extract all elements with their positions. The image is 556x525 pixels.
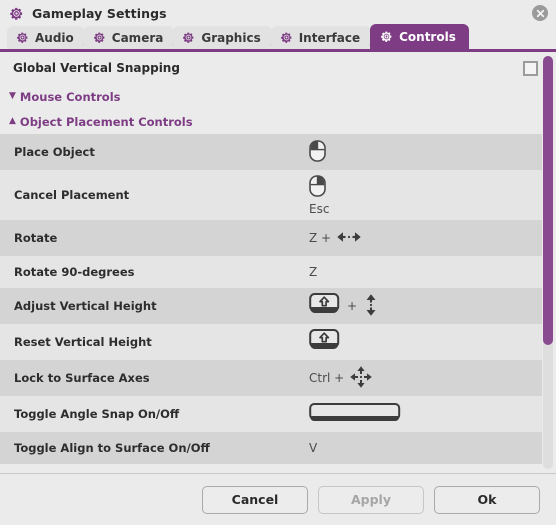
settings-window: Gameplay Settings Audio Camera Graphics	[0, 0, 556, 525]
close-icon[interactable]	[532, 5, 548, 21]
mouse-left-click-icon	[309, 139, 326, 165]
gear-icon	[93, 31, 106, 44]
binding-key-text: Ctrl +	[309, 371, 345, 385]
scrollbar-track[interactable]	[543, 56, 553, 469]
section-label: Object Placement Controls	[19, 114, 193, 129]
binding-name: Toggle Angle Snap On/Off	[14, 407, 180, 421]
gear-icon	[280, 31, 293, 44]
binding-key-text: Z +	[309, 231, 332, 245]
table-row[interactable]: Toggle Angle Snap On/Off	[0, 396, 542, 432]
binding-key-text: V	[309, 441, 318, 455]
binding-value: Z	[309, 265, 542, 279]
global-vertical-snapping-row: Global Vertical Snapping	[0, 52, 542, 84]
tab-label: Graphics	[201, 30, 261, 45]
binding-rows: Place Object Cancel Placement Esc Rotate…	[0, 134, 542, 464]
scrollbar-thumb[interactable]	[543, 56, 553, 346]
tab-label: Controls	[399, 29, 456, 44]
binding-name: Reset Vertical Height	[14, 335, 152, 349]
tab-label: Camera	[111, 30, 164, 45]
section-label: Mouse Controls	[19, 89, 121, 104]
table-row[interactable]: Place Object	[0, 134, 542, 170]
chevron-down-icon: ▼	[9, 91, 16, 101]
binding-value: Z +	[309, 230, 542, 247]
global-vertical-snapping-label: Global Vertical Snapping	[13, 61, 180, 75]
tab-camera[interactable]: Camera	[83, 26, 175, 49]
binding-name: Place Object	[14, 145, 95, 159]
apply-button: Apply	[318, 485, 424, 514]
tab-label: Interface	[298, 30, 361, 45]
binding-value	[309, 402, 542, 427]
binding-value	[309, 328, 542, 356]
binding-value: Ctrl +	[309, 365, 542, 392]
left-right-arrow-icon	[336, 230, 362, 247]
settings-content-area: Global Vertical Snapping ▼ Mouse Control…	[0, 52, 556, 473]
binding-value: +	[309, 292, 542, 320]
four-way-arrow-icon	[349, 365, 373, 392]
binding-name: Toggle Align to Surface On/Off	[14, 441, 210, 455]
gear-icon	[16, 31, 29, 44]
binding-name: Adjust Vertical Height	[14, 299, 157, 313]
table-row[interactable]: Cancel Placement Esc	[0, 170, 542, 220]
binding-value	[309, 139, 542, 165]
binding-name: Cancel Placement	[14, 188, 130, 202]
tab-controls[interactable]: Controls	[370, 24, 469, 49]
shift-key-icon	[309, 292, 340, 320]
tab-interface[interactable]: Interface	[270, 26, 372, 49]
table-row[interactable]: Adjust Vertical Height +	[0, 288, 542, 324]
mouse-right-click-icon	[309, 175, 326, 200]
gear-icon	[182, 31, 195, 44]
table-row[interactable]: Toggle Align to Surface On/Off V	[0, 432, 542, 464]
gear-icon	[380, 30, 393, 43]
tab-strip: Audio Camera Graphics Interface Controls	[0, 24, 556, 52]
shift-key-icon	[309, 328, 340, 356]
binding-value	[309, 170, 542, 200]
binding-name: Rotate 90-degrees	[14, 265, 135, 279]
settings-list: Global Vertical Snapping ▼ Mouse Control…	[0, 52, 542, 473]
gear-icon	[9, 6, 24, 21]
binding-key-text: Z	[309, 265, 318, 279]
binding-alt-key: Esc	[309, 202, 330, 216]
up-down-arrow-icon	[364, 293, 378, 320]
title-bar: Gameplay Settings	[0, 0, 556, 26]
binding-value: V	[309, 441, 542, 455]
spacebar-key-icon	[309, 402, 401, 427]
ok-button[interactable]: Ok	[434, 485, 540, 514]
tab-graphics[interactable]: Graphics	[173, 26, 272, 49]
binding-plus-separator: +	[347, 299, 358, 313]
table-row[interactable]: Reset Vertical Height	[0, 324, 542, 360]
binding-name: Rotate	[14, 231, 58, 245]
window-title: Gameplay Settings	[32, 5, 167, 21]
table-row[interactable]: Rotate Z +	[0, 220, 542, 256]
tab-label: Audio	[35, 30, 74, 45]
table-row[interactable]: Lock to Surface Axes Ctrl +	[0, 360, 542, 396]
section-object-placement-controls[interactable]: ▲ Object Placement Controls	[0, 109, 542, 134]
binding-name: Lock to Surface Axes	[14, 371, 150, 385]
dialog-footer: Cancel Apply Ok	[0, 473, 556, 525]
global-vertical-snapping-checkbox[interactable]	[523, 61, 538, 76]
section-mouse-controls[interactable]: ▼ Mouse Controls	[0, 84, 542, 109]
cancel-button[interactable]: Cancel	[202, 485, 308, 514]
chevron-up-icon: ▲	[9, 116, 16, 126]
table-row[interactable]: Rotate 90-degrees Z	[0, 256, 542, 288]
tab-audio[interactable]: Audio	[7, 26, 85, 49]
